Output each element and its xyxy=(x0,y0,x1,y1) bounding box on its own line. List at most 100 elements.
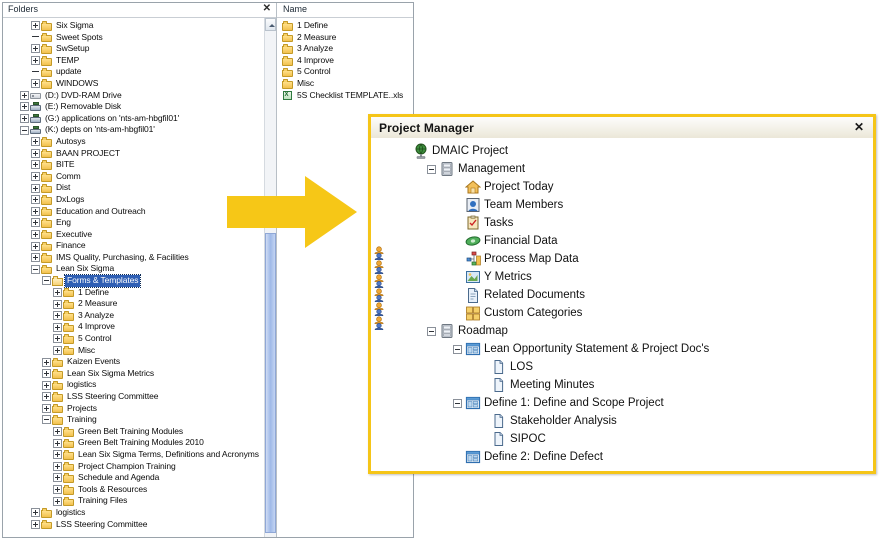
folder-tree-item[interactable]: Six Sigma xyxy=(3,20,276,32)
file-list-item[interactable]: 4 Improve xyxy=(277,55,413,67)
expand-plus-icon[interactable] xyxy=(31,195,40,205)
folder-tree-item[interactable]: Training Files xyxy=(3,495,276,507)
folder-tree-item[interactable]: BITE xyxy=(3,159,276,171)
expand-plus-icon[interactable] xyxy=(53,485,62,495)
expand-plus-icon[interactable] xyxy=(31,229,40,239)
expand-plus-icon[interactable] xyxy=(53,438,62,448)
folder-tree-item[interactable]: 4 Improve xyxy=(3,321,276,333)
folder-tree-item[interactable]: Tools & Resources xyxy=(3,484,276,496)
project-tree-item[interactable]: Financial Data xyxy=(371,232,873,250)
folder-tree-item[interactable]: Green Belt Training Modules 2010 xyxy=(3,437,276,449)
folder-tree-item[interactable]: 3 Analyze xyxy=(3,310,276,322)
expand-plus-icon[interactable] xyxy=(20,102,29,112)
expand-plus-icon[interactable] xyxy=(31,172,40,182)
collapse-minus-icon[interactable] xyxy=(453,398,462,408)
file-list-item[interactable]: 5S Checklist TEMPLATE..xls xyxy=(277,90,413,102)
folder-tree-item[interactable]: BAAN PROJECT xyxy=(3,148,276,160)
project-tree-item[interactable]: Custom Categories xyxy=(371,304,873,322)
expand-plus-icon[interactable] xyxy=(53,311,62,321)
project-tree-item[interactable]: DMAIC Project xyxy=(371,142,873,160)
expand-plus-icon[interactable] xyxy=(53,334,62,344)
scrollbar-thumb[interactable] xyxy=(265,233,276,533)
folder-tree-item[interactable]: Green Belt Training Modules xyxy=(3,426,276,438)
collapse-minus-icon[interactable] xyxy=(20,125,29,135)
project-tree-item[interactable]: LOS xyxy=(371,358,873,376)
expand-plus-icon[interactable] xyxy=(53,473,62,483)
scroll-up-arrow-icon[interactable] xyxy=(265,18,276,31)
folder-tree[interactable]: Six Sigma Sweet Spots SwSetup TEMP update WIN… xyxy=(3,18,276,530)
collapse-minus-icon[interactable] xyxy=(42,276,51,286)
folder-tree-item[interactable]: 2 Measure xyxy=(3,298,276,310)
project-tree-item[interactable]: Team Members xyxy=(371,196,873,214)
folder-tree-item[interactable]: (G:) applications on 'nts-am-hbgfil01' xyxy=(3,113,276,125)
folder-tree-item[interactable]: (K:) depts on 'nts-am-hbgfil01' xyxy=(3,124,276,136)
folder-tree-item[interactable]: Autosys xyxy=(3,136,276,148)
folder-tree-item[interactable]: logistics xyxy=(3,379,276,391)
expand-plus-icon[interactable] xyxy=(31,160,40,170)
folder-tree-item[interactable]: Lean Six Sigma Terms, Definitions and Ac… xyxy=(3,449,276,461)
folder-tree-item[interactable]: Training xyxy=(3,414,276,426)
project-tree-item[interactable]: Management xyxy=(371,160,873,178)
project-tree-item[interactable]: Define 2: Define Defect xyxy=(371,448,873,466)
folder-tree-item[interactable]: Lean Six Sigma Metrics xyxy=(3,368,276,380)
expand-plus-icon[interactable] xyxy=(53,345,62,355)
project-tree-item[interactable]: Y Metrics xyxy=(371,268,873,286)
expand-plus-icon[interactable] xyxy=(31,218,40,228)
project-tree-item[interactable]: Define 1: Define and Scope Project xyxy=(371,394,873,412)
project-tree-item[interactable]: Process Map Data xyxy=(371,250,873,268)
folder-tree-item[interactable]: Project Champion Training xyxy=(3,461,276,473)
folder-tree-item[interactable]: SwSetup xyxy=(3,43,276,55)
file-list-item[interactable]: 2 Measure xyxy=(277,32,413,44)
project-tree-item[interactable]: Meeting Minutes xyxy=(371,376,873,394)
folder-tree-item[interactable]: 1 Define xyxy=(3,287,276,299)
folder-tree-item[interactable]: Forms & Templates xyxy=(3,274,276,288)
folder-tree-item[interactable]: Misc xyxy=(3,345,276,357)
expand-plus-icon[interactable] xyxy=(31,183,40,193)
expand-plus-icon[interactable] xyxy=(42,380,51,390)
file-list-item[interactable]: 5 Control xyxy=(277,66,413,78)
file-list-item[interactable]: Misc xyxy=(277,78,413,90)
project-tree-item[interactable]: Tasks xyxy=(371,214,873,232)
project-tree-item[interactable]: Roadmap xyxy=(371,322,873,340)
collapse-minus-icon[interactable] xyxy=(453,344,462,354)
folder-tree-item[interactable]: LSS Steering Committee xyxy=(3,519,276,531)
expand-plus-icon[interactable] xyxy=(53,322,62,332)
expand-plus-icon[interactable] xyxy=(42,403,51,413)
folder-tree-item[interactable]: (E:) Removable Disk xyxy=(3,101,276,113)
folders-tree-scroll[interactable]: Six Sigma Sweet Spots SwSetup TEMP update WIN… xyxy=(3,18,276,537)
expand-plus-icon[interactable] xyxy=(31,253,40,263)
expand-plus-icon[interactable] xyxy=(53,427,62,437)
expand-plus-icon[interactable] xyxy=(31,206,40,216)
expand-plus-icon[interactable] xyxy=(42,392,51,402)
folder-tree-item[interactable]: update xyxy=(3,66,276,78)
expand-plus-icon[interactable] xyxy=(31,56,40,66)
folder-tree-item[interactable]: Kaizen Events xyxy=(3,356,276,368)
project-tree-item[interactable]: Stakeholder Analysis xyxy=(371,412,873,430)
project-tree-item[interactable]: SIPOC xyxy=(371,430,873,448)
expand-plus-icon[interactable] xyxy=(31,241,40,251)
file-list[interactable]: 1 Define 2 Measure 3 Analyze 4 Improve 5 Con… xyxy=(277,18,413,101)
expand-plus-icon[interactable] xyxy=(53,299,62,309)
expand-plus-icon[interactable] xyxy=(31,148,40,158)
expand-plus-icon[interactable] xyxy=(31,508,40,518)
expand-plus-icon[interactable] xyxy=(20,114,29,124)
project-tree-item[interactable]: Project Today xyxy=(371,178,873,196)
folder-tree-item[interactable]: WINDOWS xyxy=(3,78,276,90)
expand-plus-icon[interactable] xyxy=(31,44,40,54)
collapse-minus-icon[interactable] xyxy=(427,326,436,336)
expand-plus-icon[interactable] xyxy=(53,450,62,460)
folder-tree-item[interactable]: TEMP xyxy=(3,55,276,67)
folder-tree-item[interactable]: (D:) DVD-RAM Drive xyxy=(3,90,276,102)
expand-plus-icon[interactable] xyxy=(42,357,51,367)
expand-plus-icon[interactable] xyxy=(31,519,40,529)
expand-plus-icon[interactable] xyxy=(53,287,62,297)
collapse-minus-icon[interactable] xyxy=(31,264,40,274)
expand-plus-icon[interactable] xyxy=(31,79,40,89)
close-icon[interactable]: ✕ xyxy=(854,120,864,134)
folder-tree-item[interactable]: Schedule and Agenda xyxy=(3,472,276,484)
collapse-minus-icon[interactable] xyxy=(427,164,436,174)
expand-plus-icon[interactable] xyxy=(20,90,29,100)
expand-plus-icon[interactable] xyxy=(53,461,62,471)
file-list-item[interactable]: 1 Define xyxy=(277,20,413,32)
expand-plus-icon[interactable] xyxy=(31,21,40,31)
